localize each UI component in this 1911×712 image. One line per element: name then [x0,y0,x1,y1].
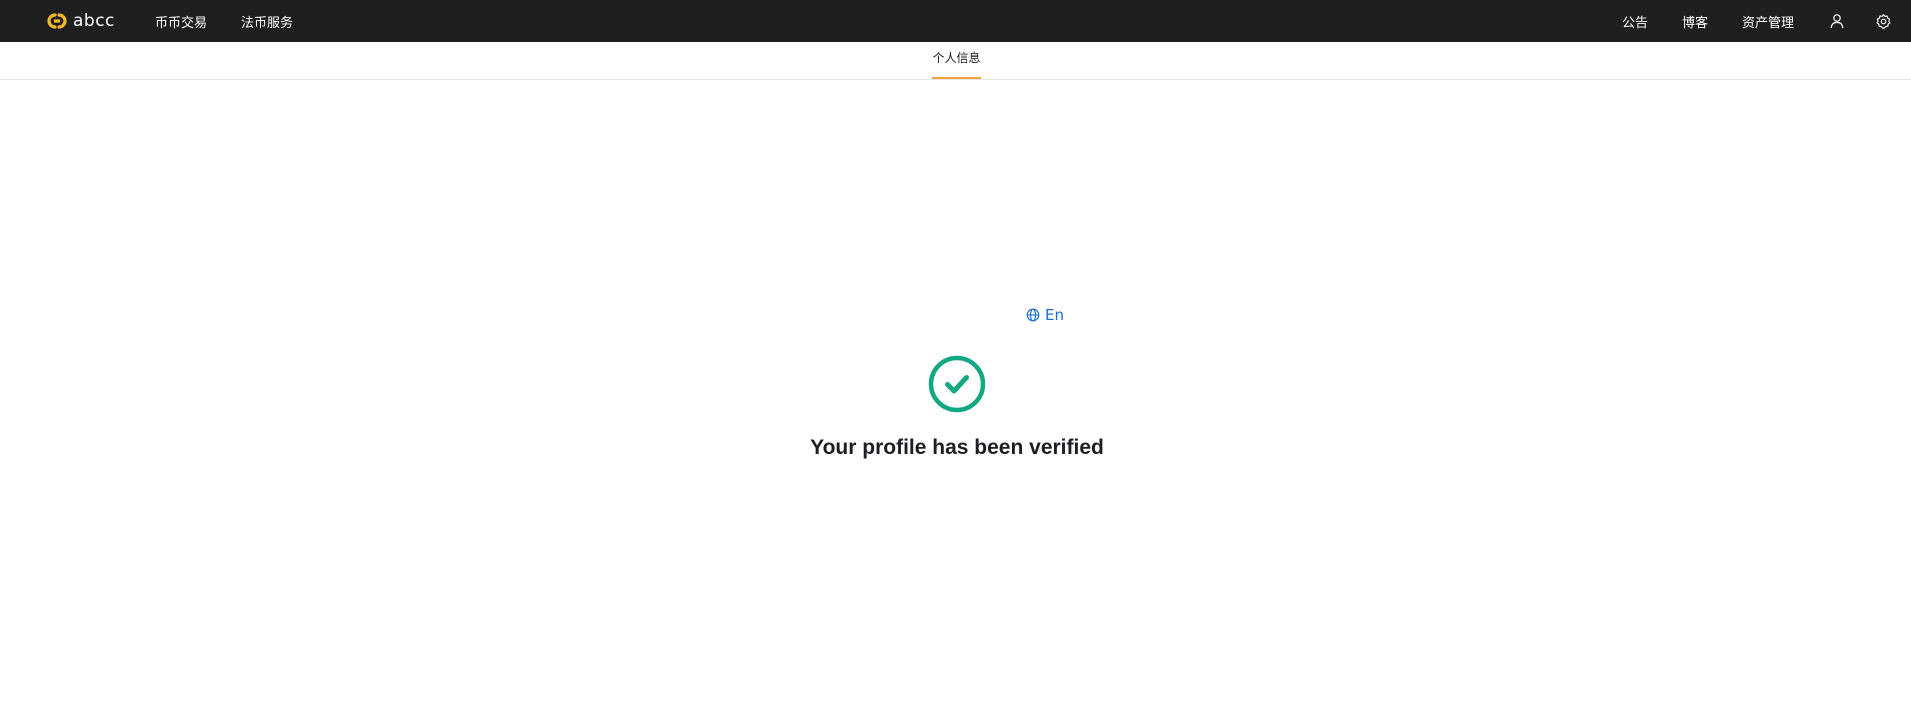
success-check-icon [928,355,986,413]
top-navigation-bar: abcc 币币交易 法币服务 公告 博客 资产管理 [0,0,1911,42]
globe-icon [1026,308,1040,322]
language-switcher[interactable]: En [1026,305,1064,325]
nav-announcements[interactable]: 公告 [1622,12,1648,31]
nav-spot-trading[interactable]: 币币交易 [155,12,207,31]
active-tab-indicator [932,77,981,79]
settings-icon[interactable] [1874,12,1892,30]
nav-blog[interactable]: 博客 [1682,12,1708,31]
abcc-logo-icon [47,13,67,29]
language-label: En [1045,306,1064,324]
nav-asset-management[interactable]: 资产管理 [1742,12,1794,31]
abcc-logo[interactable]: abcc [45,11,115,31]
nav-fiat-services[interactable]: 法币服务 [241,12,293,31]
secondary-nav: 公告 博客 资产管理 [1622,0,1911,42]
sub-navigation-bar: 个人信息 [0,42,1911,80]
tab-personal-info-label: 个人信息 [932,51,981,65]
verification-success-message: Your profile has been verified [810,436,1104,459]
logo-wordmark: abcc [73,11,115,31]
user-icon[interactable] [1828,12,1846,30]
tab-personal-info[interactable]: 个人信息 [932,42,981,79]
primary-nav: 币币交易 法币服务 [155,0,293,42]
